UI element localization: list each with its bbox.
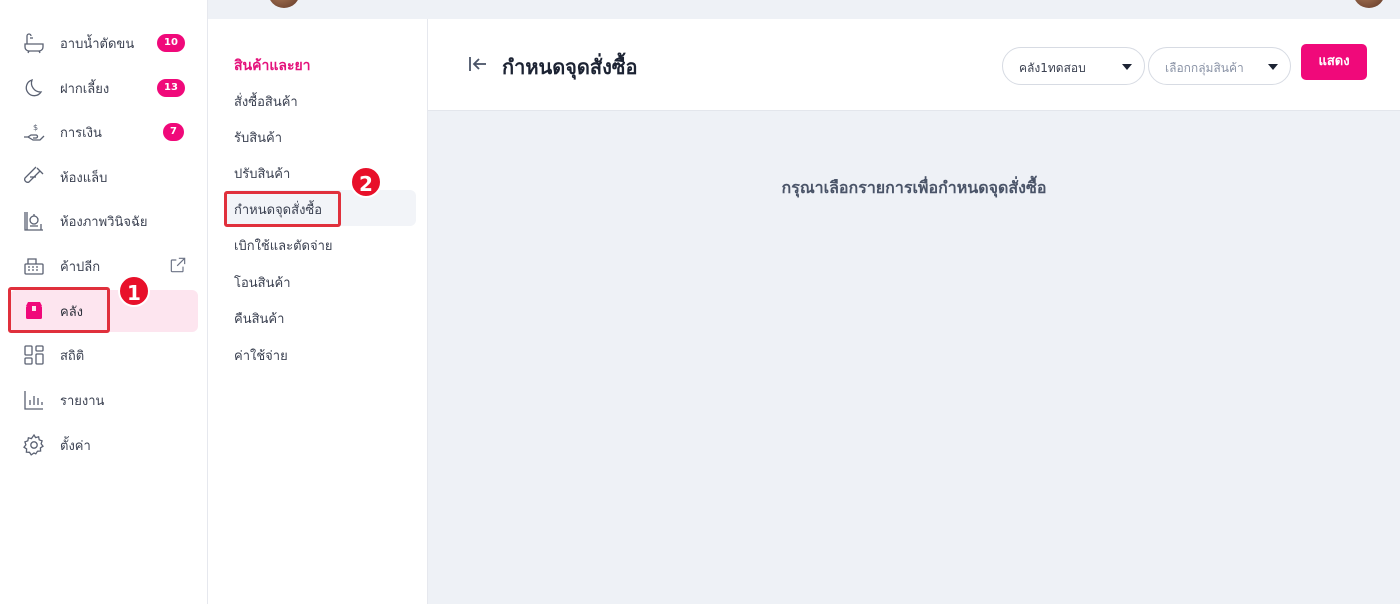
sidebar-item-label: ค้าปลีก (60, 259, 101, 275)
sidebar-item-label: ฝากเลี้ยง (60, 81, 110, 97)
test-tube-icon (22, 165, 46, 189)
cash-register-icon (22, 254, 46, 278)
submenu-item-purchase-order[interactable]: สั่งซื้อสินค้า (226, 82, 416, 118)
warehouse-select[interactable]: คลัง1ทดสอบ (1002, 47, 1145, 85)
submenu-title: สินค้าและยา (234, 58, 311, 74)
sidebar-item-finance[interactable]: $ การเงิน 7 (10, 111, 198, 153)
sidebar-item-imaging[interactable]: ห้องภาพวินิจฉัย (10, 200, 198, 242)
sidebar-item-label: คลัง (60, 304, 84, 320)
count-badge: 10 (157, 34, 185, 52)
submenu-item-label: โอนสินค้า (234, 276, 291, 291)
submenu-item-receive[interactable]: รับสินค้า (226, 118, 416, 154)
sidebar-item-statistics[interactable]: สถิติ (10, 334, 198, 376)
submenu-panel: สินค้าและยา สั่งซื้อสินค้า รับสินค้า ปรั… (208, 19, 428, 604)
gear-icon (22, 433, 46, 457)
submenu-item-adjust[interactable]: ปรับสินค้า (226, 154, 416, 190)
bar-chart-icon (22, 388, 46, 412)
moon-icon (22, 76, 46, 100)
submenu-item-label: รับสินค้า (234, 131, 283, 146)
submenu-item-reorder-point[interactable]: กำหนดจุดสั่งซื้อ (226, 190, 416, 226)
external-link-icon[interactable] (168, 255, 188, 275)
top-bar (208, 0, 1400, 19)
hand-money-icon: $ (22, 120, 46, 144)
caret-down-icon (1268, 64, 1278, 70)
annotation-step-2: 2 (350, 166, 382, 198)
submenu-item-label: กำหนดจุดสั่งซื้อ (234, 203, 323, 218)
count-badge: 13 (157, 79, 185, 97)
sidebar-item-label: อาบน้ำตัดขน (60, 36, 135, 52)
count-badge: 7 (163, 123, 184, 141)
dashboard-grid-icon (22, 343, 46, 367)
sidebar-item-label: สถิติ (60, 348, 85, 364)
caret-down-icon (1122, 64, 1132, 70)
main-content: กรุณาเลือกรายการเพื่อกำหนดจุดสั่งซื้อ (428, 112, 1400, 604)
page-title: กำหนดจุดสั่งซื้อ (502, 55, 638, 79)
sidebar-item-reports[interactable]: รายงาน (10, 379, 198, 421)
sidebar-item-warehouse[interactable]: คลัง (10, 290, 198, 332)
user-avatar[interactable] (1353, 0, 1385, 8)
submenu-item-label: เบิกใช้และตัดจ่าย (234, 239, 333, 254)
collapse-left-icon[interactable] (466, 52, 490, 76)
submenu-item-label: ปรับสินค้า (234, 167, 291, 182)
page-header: กำหนดจุดสั่งซื้อ คลัง1ทดสอบ เลือกกลุ่มสิ… (428, 19, 1400, 111)
product-group-select[interactable]: เลือกกลุ่มสินค้า (1148, 47, 1291, 85)
sidebar-item-boarding[interactable]: ฝากเลี้ยง 13 (10, 67, 198, 109)
empty-state-message: กรุณาเลือกรายการเพื่อกำหนดจุดสั่งซื้อ (781, 178, 1047, 197)
submenu-item-expenses[interactable]: ค่าใช้จ่าย (226, 336, 416, 372)
submenu-item-transfer[interactable]: โอนสินค้า (226, 263, 416, 299)
submenu-item-return[interactable]: คืนสินค้า (226, 299, 416, 335)
sidebar: อาบน้ำตัดขน 10 ฝากเลี้ยง 13 $ การเงิน 7 … (0, 0, 208, 604)
sidebar-item-retail[interactable]: ค้าปลีก (10, 245, 198, 287)
warehouse-select-value: คลัง1ทดสอบ (1019, 61, 1086, 75)
bathtub-icon (22, 31, 46, 55)
sidebar-item-label: ตั้งค่า (60, 438, 91, 454)
sidebar-item-label: การเงิน (60, 125, 102, 141)
sidebar-item-grooming[interactable]: อาบน้ำตัดขน 10 (10, 22, 198, 64)
submenu-item-label: ค่าใช้จ่าย (234, 349, 288, 364)
xray-machine-icon (22, 209, 46, 233)
svg-text:$: $ (33, 123, 38, 132)
sidebar-item-label: ห้องภาพวินิจฉัย (60, 214, 148, 230)
sidebar-item-label: ห้องแล็บ (60, 170, 108, 186)
sidebar-item-lab[interactable]: ห้องแล็บ (10, 156, 198, 198)
submenu-item-withdraw[interactable]: เบิกใช้และตัดจ่าย (226, 226, 416, 262)
show-button[interactable]: แสดง (1301, 44, 1367, 80)
sidebar-item-settings[interactable]: ตั้งค่า (10, 424, 198, 466)
submenu-item-label: สั่งซื้อสินค้า (234, 95, 298, 110)
annotation-step-1: 1 (118, 275, 150, 307)
product-group-placeholder: เลือกกลุ่มสินค้า (1165, 61, 1244, 75)
submenu-item-label: คืนสินค้า (234, 312, 285, 327)
sidebar-item-label: รายงาน (60, 393, 105, 409)
avatar[interactable] (268, 0, 300, 8)
box-icon (22, 299, 46, 323)
